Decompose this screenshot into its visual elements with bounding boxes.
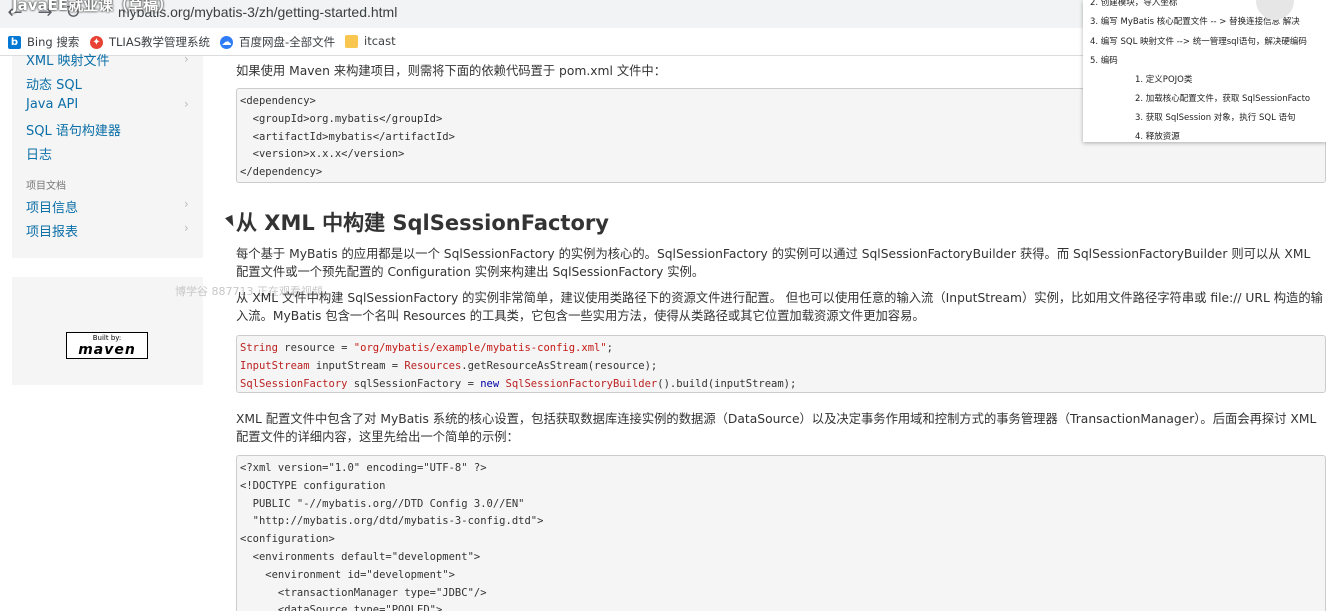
code-line: <environments default="development"> — [240, 550, 481, 563]
bookmark-bing[interactable]: b Bing 搜索 — [8, 34, 79, 50]
java-code-block: String resource = "org/mybatis/example/m… — [236, 335, 1326, 393]
sidebar-item-dynamic-sql[interactable]: 动态 SQL — [26, 74, 82, 93]
note-line: 4. 释放资源 — [1135, 132, 1180, 142]
paragraph-1: 每个基于 MyBatis 的应用都是以一个 SqlSessionFactory … — [236, 247, 1311, 279]
code-line: <!DOCTYPE configuration — [240, 479, 386, 492]
notes-panel: 2. 创建模块，导入坐标 3. 编写 MyBatis 核心配置文件 -- > 替… — [1083, 0, 1326, 142]
note-line: 1. 定义POJO类 — [1135, 75, 1193, 85]
maven-badge[interactable]: Built by: maven — [66, 332, 148, 359]
chevron-right-icon: › — [184, 52, 189, 66]
sidebar-item-project-info[interactable]: 项目信息 — [26, 197, 78, 216]
code-line: String resource = "org/mybatis/example/m… — [240, 342, 613, 354]
chevron-right-icon: › — [184, 97, 189, 111]
bookmark-label: itcast — [364, 34, 396, 48]
sidebar-nav: XML 映射文件 › 动态 SQL Java API › SQL 语句构建器 日… — [12, 52, 203, 258]
bookmark-label: Bing 搜索 — [27, 35, 80, 49]
baidu-pan-icon: ☁ — [220, 35, 233, 49]
code-line: <dataSource type="POOLED"> — [240, 604, 443, 611]
sidebar-item-java-api[interactable]: Java API — [26, 97, 78, 112]
video-overlay-title: JavaEE就业课（草稿） — [12, 0, 174, 14]
code-line: <configuration> — [240, 533, 335, 546]
note-line: 2. 加载核心配置文件，获取 SqlSessionFacto — [1135, 94, 1311, 104]
code-line: PUBLIC "-//mybatis.org//DTD Config 3.0//… — [240, 497, 525, 510]
paragraph-2: 从 XML 文件中构建 SqlSessionFactory 的实例非常简单，建议… — [236, 291, 1323, 323]
code-line: <version>x.x.x</version> — [240, 148, 405, 161]
bookmark-tlias[interactable]: ✦ TLIAS教学管理系统 — [90, 34, 210, 50]
code-line: InputStream inputStream = Resources.getR… — [240, 359, 658, 372]
code-line: <environment id="development"> — [240, 568, 455, 581]
bookmark-label: 百度网盘-全部文件 — [239, 35, 336, 49]
bing-icon: b — [8, 35, 21, 49]
sidebar-item-xml-mapper[interactable]: XML 映射文件 — [26, 50, 110, 69]
code-line: SqlSessionFactory sqlSessionFactory = ne… — [240, 377, 797, 390]
tlias-icon: ✦ — [90, 35, 103, 49]
sidebar-item-project-reports[interactable]: 项目报表 — [26, 221, 78, 240]
note-line: 2. 创建模块，导入坐标 — [1090, 0, 1178, 8]
note-line: 5. 编码 — [1090, 56, 1118, 66]
note-line: 4. 编写 SQL 映射文件 --> 统一管理sql语句，解决硬编码 — [1090, 37, 1307, 47]
chevron-right-icon: › — [184, 221, 189, 235]
paragraph-3: XML 配置文件中包含了对 MyBatis 系统的核心设置，包括获取数据库连接实… — [236, 412, 1317, 444]
code-line: <transactionManager type="JDBC"/> — [240, 586, 487, 599]
bookmark-label: TLIAS教学管理系统 — [109, 35, 210, 49]
code-line: "http://mybatis.org/dtd/mybatis-3-config… — [240, 515, 544, 528]
sidebar-item-logging[interactable]: 日志 — [26, 144, 52, 163]
config-code-block: <?xml version="1.0" encoding="UTF-8" ?> … — [236, 455, 1326, 611]
note-line: 3. 获取 SqlSession 对象，执行 SQL 语句 — [1135, 113, 1296, 123]
section-heading: 从 XML 中构建 SqlSessionFactory — [236, 211, 609, 235]
chevron-right-icon: › — [184, 197, 189, 211]
sidebar-section-heading: 项目文档 — [26, 181, 66, 192]
sidebar-item-sql-builder[interactable]: SQL 语句构建器 — [26, 120, 121, 139]
code-line: <?xml version="1.0" encoding="UTF-8" ?> — [240, 462, 487, 474]
folder-icon — [345, 34, 358, 48]
maven-logo-text: maven — [78, 342, 136, 358]
bookmark-baidu-pan[interactable]: ☁ 百度网盘-全部文件 — [220, 34, 335, 50]
code-line: </dependency> — [240, 166, 323, 179]
bookmark-itcast[interactable]: itcast — [345, 34, 396, 48]
